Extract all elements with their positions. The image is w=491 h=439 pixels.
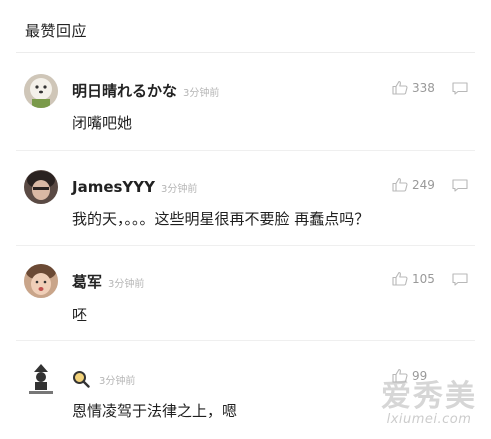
thumbs-up-icon <box>392 80 408 95</box>
section-title: 最赞回应 <box>25 22 88 40</box>
comment-time: 3分钟前 <box>108 279 145 290</box>
avatar-image <box>24 74 58 108</box>
comment-text: 呸 <box>72 306 88 324</box>
comment-author[interactable]: 葛军 3分钟前 <box>72 271 144 292</box>
thumbs-up-icon <box>392 271 408 286</box>
like-count: 105 <box>412 271 435 286</box>
comment-text: 闭嘴吧她 <box>72 114 133 132</box>
like-count: 249 <box>412 177 435 192</box>
author-name: 葛军 <box>72 273 103 291</box>
reply-icon[interactable] <box>452 82 468 95</box>
avatar-image <box>24 362 58 396</box>
avatar[interactable] <box>24 362 58 396</box>
comment-divider <box>16 340 475 341</box>
author-name: 明日晴れるかな <box>72 82 178 100</box>
watermark-logo: 爱秀美 <box>381 379 477 414</box>
author-name: JamesYYY <box>72 178 156 196</box>
avatar[interactable] <box>24 74 58 108</box>
avatar-image <box>24 264 58 298</box>
watermark-url: lxiumei.com <box>386 412 472 427</box>
watermark: 爱秀美 lxiumei.com <box>381 379 477 428</box>
avatar[interactable] <box>24 264 58 298</box>
comment-divider <box>16 245 475 246</box>
like-count: 338 <box>412 80 435 95</box>
like-button[interactable]: 338 <box>392 80 435 95</box>
like-button[interactable]: 249 <box>392 177 435 192</box>
comment-divider <box>16 150 475 151</box>
comment-author[interactable]: 3分钟前 <box>72 370 135 388</box>
comment-time: 3分钟前 <box>99 375 136 387</box>
comment-text: 恩情凌驾于法律之上，嗯 <box>72 402 238 420</box>
title-divider <box>16 52 475 53</box>
search-icon <box>73 371 90 388</box>
avatar[interactable] <box>24 170 58 204</box>
like-button[interactable]: 105 <box>392 271 435 286</box>
comment-time: 3分钟前 <box>183 88 220 99</box>
comment-author[interactable]: 明日晴れるかな 3分钟前 <box>72 80 219 101</box>
comment-author[interactable]: JamesYYY 3分钟前 <box>72 178 197 196</box>
reply-icon[interactable] <box>452 273 468 286</box>
comment-time: 3分钟前 <box>161 184 198 195</box>
comment-text: 我的天，。。。这些明星很再不要脸 再蠢点吗？ <box>72 210 370 228</box>
thumbs-up-icon <box>392 177 408 192</box>
avatar-image <box>24 170 58 204</box>
reply-icon[interactable] <box>452 179 468 192</box>
